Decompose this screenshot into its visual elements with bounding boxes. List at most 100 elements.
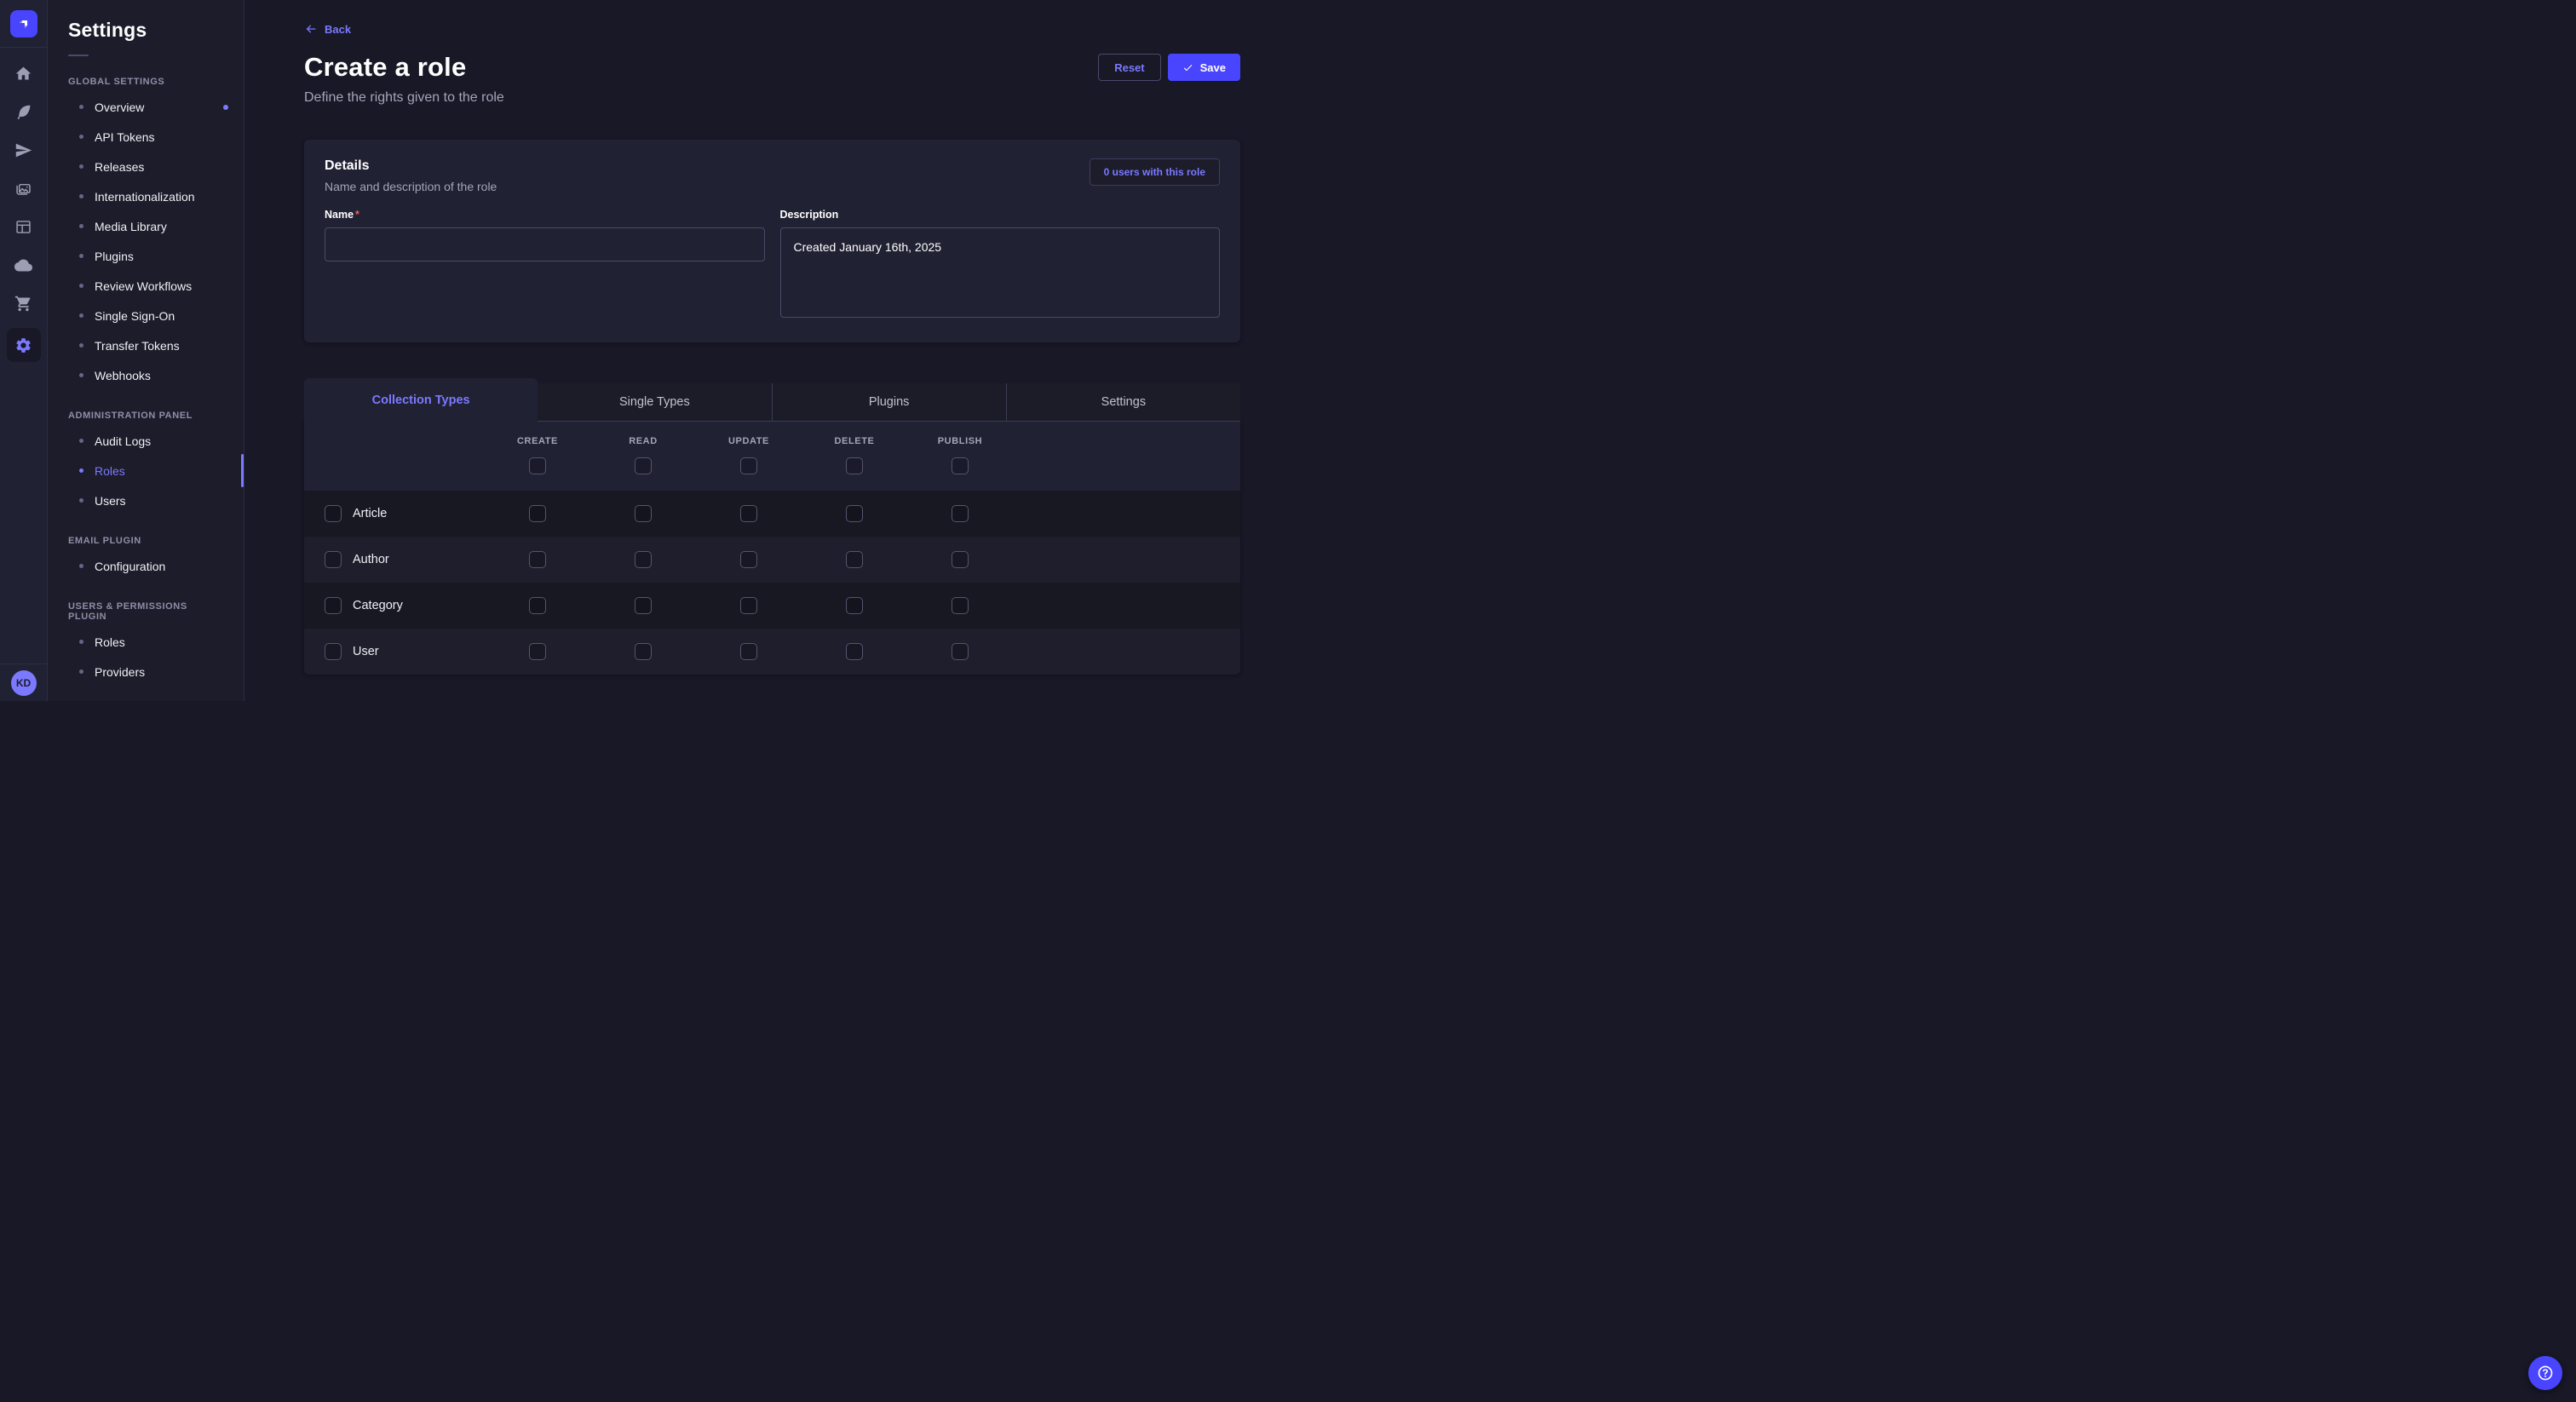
sidebar-cloud-icon[interactable] xyxy=(7,251,41,279)
category-delete-checkbox[interactable] xyxy=(846,597,863,614)
select-row-article-checkbox[interactable] xyxy=(325,505,342,522)
bullet-icon xyxy=(79,640,83,644)
permission-cell xyxy=(696,597,802,614)
subnav-item-internationalization[interactable]: Internationalization xyxy=(48,181,244,211)
bullet-icon xyxy=(79,105,83,109)
category-read-checkbox[interactable] xyxy=(635,597,652,614)
subnav-item-overview[interactable]: Overview xyxy=(48,92,244,122)
subnav-item-media-library[interactable]: Media Library xyxy=(48,211,244,241)
select-row-category-checkbox[interactable] xyxy=(325,597,342,614)
permissions-rows: Article Author xyxy=(304,491,1240,675)
strapi-logo[interactable] xyxy=(10,10,37,37)
article-publish-checkbox[interactable] xyxy=(952,505,969,522)
save-button[interactable]: Save xyxy=(1168,54,1240,81)
subnav-item-audit-logs[interactable]: Audit Logs xyxy=(48,426,244,456)
subnav-item-roles[interactable]: Roles xyxy=(48,456,244,486)
reset-button[interactable]: Reset xyxy=(1098,54,1160,81)
name-input[interactable] xyxy=(325,227,765,261)
author-create-checkbox[interactable] xyxy=(529,551,546,568)
select-all-delete-checkbox[interactable] xyxy=(846,457,863,474)
page-subtitle: Define the rights given to the role xyxy=(304,90,1240,106)
sidebar-icon-nav xyxy=(7,48,41,664)
permission-cell xyxy=(485,505,590,522)
user-publish-checkbox[interactable] xyxy=(952,643,969,660)
bullet-icon xyxy=(79,498,83,503)
select-all-create-checkbox[interactable] xyxy=(529,457,546,474)
subnav-item-configuration[interactable]: Configuration xyxy=(48,551,244,581)
tab-collection-types[interactable]: Collection Types xyxy=(304,378,538,422)
check-icon xyxy=(1182,62,1193,73)
permission-cell xyxy=(590,551,696,568)
permission-cell xyxy=(485,551,590,568)
user-create-checkbox[interactable] xyxy=(529,643,546,660)
article-update-checkbox[interactable] xyxy=(740,505,757,522)
author-update-checkbox[interactable] xyxy=(740,551,757,568)
subnav-item-roles[interactable]: Roles xyxy=(48,627,244,657)
details-title: Details xyxy=(325,158,497,174)
subnav-item-label: Single Sign-On xyxy=(95,309,175,323)
permissions-table: CREATE READ UPDATE DELETE PUBLISH Articl… xyxy=(304,422,1240,675)
subnav-item-single-sign-on[interactable]: Single Sign-On xyxy=(48,301,244,330)
tab-plugins[interactable]: Plugins xyxy=(772,383,1006,422)
author-read-checkbox[interactable] xyxy=(635,551,652,568)
name-field-group: Name* xyxy=(325,209,765,322)
column-label: READ xyxy=(629,436,658,446)
user-update-checkbox[interactable] xyxy=(740,643,757,660)
category-create-checkbox[interactable] xyxy=(529,597,546,614)
subnav-item-review-workflows[interactable]: Review Workflows xyxy=(48,271,244,301)
select-row-author-checkbox[interactable] xyxy=(325,551,342,568)
avatar[interactable]: KD xyxy=(11,670,37,696)
permission-row-author: Author xyxy=(304,537,1240,583)
category-publish-checkbox[interactable] xyxy=(952,597,969,614)
subnav-item-users[interactable]: Users xyxy=(48,486,244,515)
tab-settings[interactable]: Settings xyxy=(1006,383,1240,422)
article-delete-checkbox[interactable] xyxy=(846,505,863,522)
column-label: UPDATE xyxy=(728,436,769,446)
sidebar-media-library-icon[interactable] xyxy=(7,175,41,202)
main-sidebar: KD xyxy=(0,0,48,701)
column-label: DELETE xyxy=(835,436,875,446)
subnav-item-webhooks[interactable]: Webhooks xyxy=(48,360,244,390)
content-type-label: User xyxy=(353,645,379,658)
main-content: Back Create a role Reset Save Define the… xyxy=(244,0,1288,701)
subnav-item-providers[interactable]: Providers xyxy=(48,657,244,687)
permissions-card: Collection TypesSingle TypesPluginsSetti… xyxy=(304,378,1240,675)
notification-dot-icon xyxy=(223,105,228,110)
select-row-user-checkbox[interactable] xyxy=(325,643,342,660)
subnav-item-plugins[interactable]: Plugins xyxy=(48,241,244,271)
sidebar-marketplace-cart-icon[interactable] xyxy=(7,290,41,317)
sidebar-settings-gear-icon[interactable] xyxy=(7,328,41,362)
help-button[interactable] xyxy=(2528,1356,2562,1390)
back-link[interactable]: Back xyxy=(304,22,351,36)
author-publish-checkbox[interactable] xyxy=(952,551,969,568)
article-create-checkbox[interactable] xyxy=(529,505,546,522)
subnav-item-transfer-tokens[interactable]: Transfer Tokens xyxy=(48,330,244,360)
article-read-checkbox[interactable] xyxy=(635,505,652,522)
author-delete-checkbox[interactable] xyxy=(846,551,863,568)
category-update-checkbox[interactable] xyxy=(740,597,757,614)
sidebar-content-manager-icon[interactable] xyxy=(7,213,41,240)
subnav-item-label: Configuration xyxy=(95,560,165,573)
user-delete-checkbox[interactable] xyxy=(846,643,863,660)
sidebar-feather-icon[interactable] xyxy=(7,98,41,125)
description-textarea[interactable]: Created January 16th, 2025 xyxy=(780,227,1221,318)
users-with-role-button[interactable]: 0 users with this role xyxy=(1090,158,1220,186)
column-update: UPDATE xyxy=(696,436,802,474)
bullet-icon xyxy=(79,564,83,568)
bullet-icon xyxy=(79,669,83,674)
bullet-icon xyxy=(79,468,83,473)
permission-row-user: User xyxy=(304,629,1240,675)
subnav-item-releases[interactable]: Releases xyxy=(48,152,244,181)
tab-single-types[interactable]: Single Types xyxy=(538,383,771,422)
sidebar-paper-plane-icon[interactable] xyxy=(7,136,41,164)
select-all-publish-checkbox[interactable] xyxy=(952,457,969,474)
permission-cell xyxy=(696,643,802,660)
subnav-item-api-tokens[interactable]: API Tokens xyxy=(48,122,244,152)
sidebar-home-icon[interactable] xyxy=(7,60,41,87)
content-type-label: Category xyxy=(353,599,403,612)
select-all-read-checkbox[interactable] xyxy=(635,457,652,474)
user-read-checkbox[interactable] xyxy=(635,643,652,660)
row-label-cell: Article xyxy=(304,505,485,522)
select-all-update-checkbox[interactable] xyxy=(740,457,757,474)
details-card-header: Details Name and description of the role… xyxy=(325,158,1220,193)
